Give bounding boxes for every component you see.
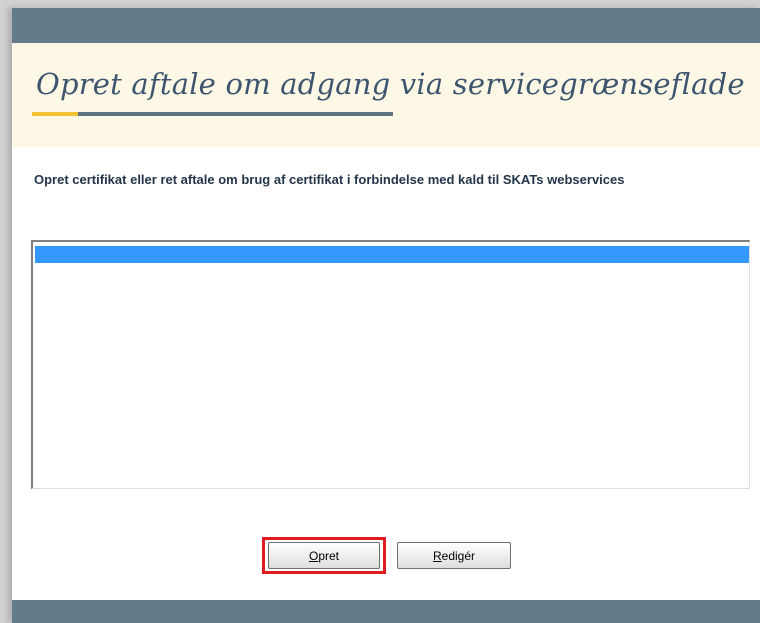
bottom-bar	[12, 600, 760, 623]
title-underline	[78, 112, 393, 116]
edit-button[interactable]: Redigér	[397, 542, 511, 569]
top-bar	[12, 8, 760, 43]
edit-button-mnemonic: R	[432, 548, 442, 563]
certificate-list[interactable]	[31, 240, 750, 489]
highlight-box	[262, 537, 386, 574]
edit-button-label: edigér	[441, 548, 476, 563]
page-title: Opret aftale om adgang via servicegrænse…	[36, 67, 745, 101]
description-text: Opret certifikat eller ret aftale om bru…	[34, 172, 625, 187]
title-area: Opret aftale om adgang via servicegrænse…	[12, 43, 760, 147]
list-item-selected[interactable]	[35, 246, 749, 263]
title-underline-accent	[32, 112, 78, 116]
dialog-window: Opret aftale om adgang via servicegrænse…	[12, 8, 760, 623]
